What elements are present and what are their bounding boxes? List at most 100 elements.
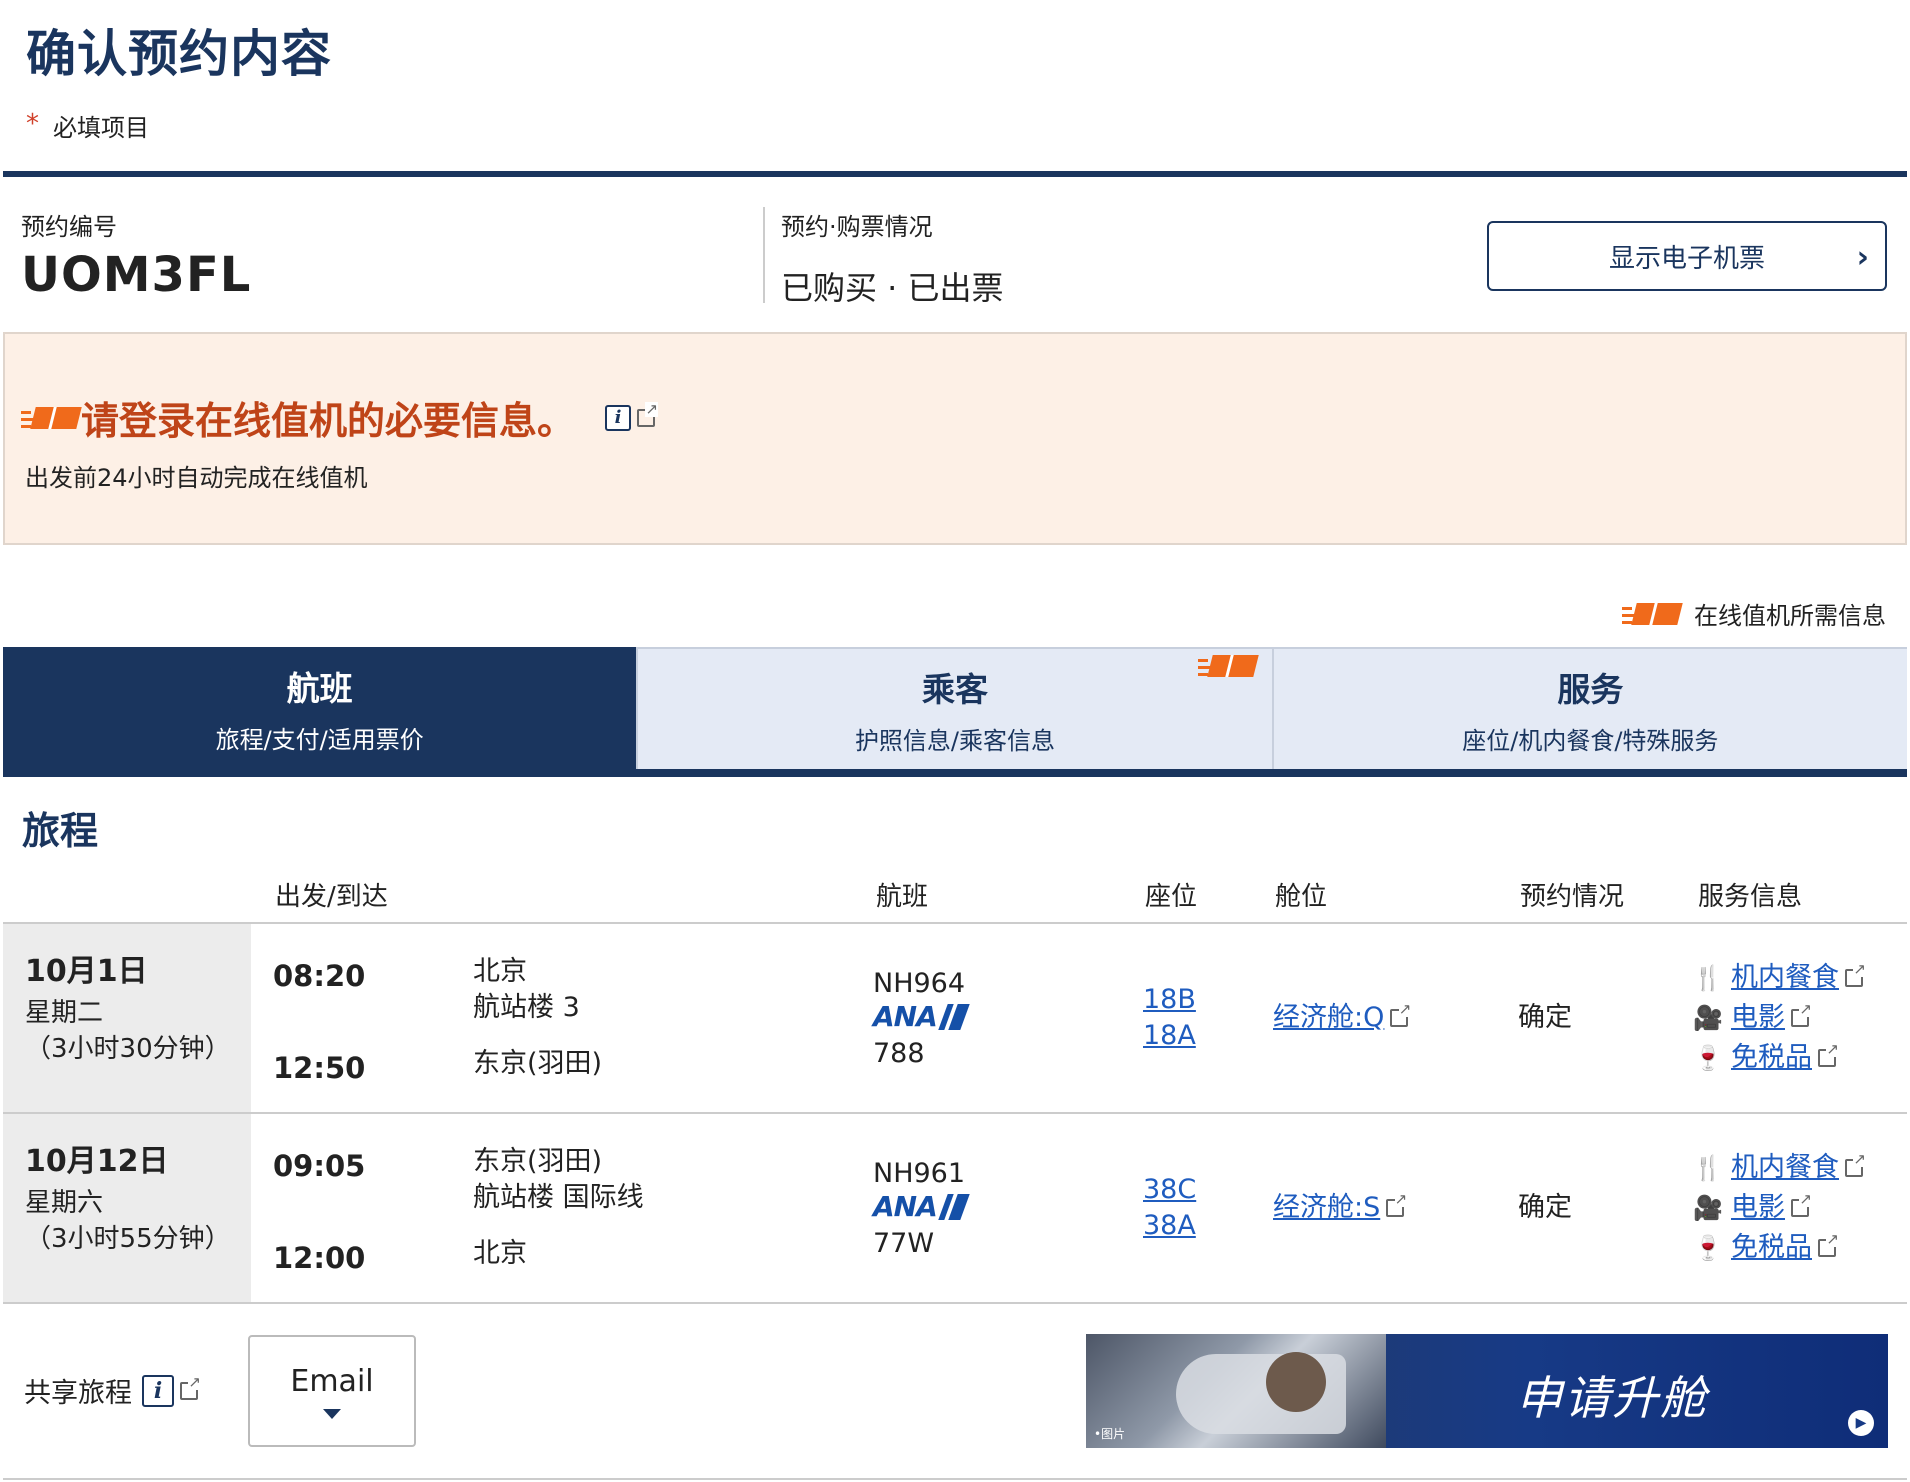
share-label: 共享旅程 <box>24 1378 132 1409</box>
ticket-status-label: 预约·购票情况 <box>781 213 933 241</box>
tab-services-title: 服务 <box>1557 669 1624 709</box>
email-share-button[interactable]: Email <box>248 1335 416 1447</box>
caret-down-icon <box>323 1408 341 1419</box>
table-row: 10月1日 星期二 （3小时30分钟） 08:20 北京 航站楼 3 12:50… <box>3 924 1907 1114</box>
flight-number: NH961 <box>873 1158 966 1189</box>
film-camera-icon: 🎥 <box>1693 1004 1723 1032</box>
booking-status: 确定 <box>1518 1002 1572 1033</box>
banner-caption: •图片 <box>1094 1427 1126 1441</box>
itinerary-header: 出发/到达 航班 座位 舱位 预约情况 服务信息 <box>3 868 1907 924</box>
notice-subtitle: 出发前24小时自动完成在线值机 <box>25 464 368 492</box>
header-seat: 座位 <box>1145 882 1198 912</box>
departure-time: 08:20 <box>273 959 366 993</box>
booking-status: 确定 <box>1518 1192 1572 1223</box>
show-eticket-label: 显示电子机票 <box>1608 243 1765 274</box>
notice-title-row: 请登录在线值机的必要信息。 i <box>21 390 659 445</box>
external-link-icon <box>1845 962 1866 987</box>
cabin-class-link[interactable]: 经济舱:Q <box>1273 1000 1384 1036</box>
tab-flights[interactable]: 航班 旅程/支付/适用票价 <box>3 647 637 769</box>
external-link-icon <box>1390 1002 1412 1027</box>
duty-free-link[interactable]: 免税品 <box>1731 1040 1812 1076</box>
arrival-time: 12:00 <box>273 1241 366 1275</box>
duty-free-link[interactable]: 免税品 <box>1731 1230 1812 1266</box>
banner-text: 申请升舱 <box>1516 1371 1708 1425</box>
info-icon[interactable]: i <box>142 1374 174 1407</box>
external-link-icon <box>1818 1232 1839 1257</box>
tab-passengers[interactable]: 乘客 护照信息/乘客信息 <box>636 647 1272 769</box>
movie-link[interactable]: 电影 <box>1731 1190 1785 1226</box>
tab-passengers-subtitle: 护照信息/乘客信息 <box>854 726 1056 755</box>
tab-flights-title: 航班 <box>286 668 353 708</box>
service-list: 🍴 机内餐食 🎥 电影 🍷 免税品 <box>1693 1148 1866 1268</box>
flight-weekday: 星期二 <box>25 998 104 1028</box>
upgrade-banner[interactable]: •图片 申请升舱 ▶ <box>1086 1334 1888 1448</box>
date-cell: 10月1日 星期二 （3小时30分钟） <box>3 924 251 1112</box>
checkin-legend: 在线值机所需信息 <box>1622 596 1886 631</box>
ticket-status-value: 已购买 · 已出票 <box>781 269 1004 307</box>
booking-number-label: 预约编号 <box>21 213 117 241</box>
cabin-class-link[interactable]: 经济舱:S <box>1273 1190 1380 1226</box>
required-label: 必填项目 <box>53 114 149 142</box>
arrival-time: 12:50 <box>273 1051 366 1085</box>
departure-city: 东京(羽田) <box>473 1146 603 1177</box>
tab-services[interactable]: 服务 座位/机内餐食/特殊服务 <box>1271 647 1907 769</box>
flight-date: 10月12日 <box>25 1144 169 1179</box>
departure-terminal: 航站楼 3 <box>473 992 580 1023</box>
meal-link[interactable]: 机内餐食 <box>1731 1150 1839 1186</box>
seat-link[interactable]: 18A <box>1143 1018 1196 1054</box>
duty-free-icon: 🍷 <box>1693 1234 1723 1262</box>
info-icon[interactable]: i <box>605 404 632 431</box>
date-cell: 10月12日 星期六 （3小时55分钟） <box>3 1114 251 1302</box>
online-checkin-flag-icon <box>1197 653 1259 679</box>
tab-passengers-title: 乘客 <box>921 669 988 709</box>
meal-link[interactable]: 机内餐食 <box>1731 960 1839 996</box>
banner-photo: •图片 <box>1086 1334 1386 1448</box>
seat-link[interactable]: 18B <box>1143 982 1196 1018</box>
flight-date: 10月1日 <box>25 954 148 989</box>
tab-services-subtitle: 座位/机内餐食/特殊服务 <box>1462 726 1719 755</box>
tab-flights-subtitle: 旅程/支付/适用票价 <box>215 725 424 754</box>
notice-title: 请登录在线值机的必要信息。 <box>81 399 576 443</box>
flight-weekday: 星期六 <box>25 1188 104 1218</box>
checkin-notice: 请登录在线值机的必要信息。 i 出发前24小时自动完成在线值机 <box>3 332 1907 545</box>
aircraft-type: 77W <box>873 1228 935 1259</box>
header-cabin: 舱位 <box>1275 882 1328 912</box>
external-link-icon <box>180 1374 201 1400</box>
required-note: * 必填项目 <box>26 108 149 143</box>
header-route: 出发/到达 <box>275 882 388 912</box>
header-flight: 航班 <box>876 882 929 912</box>
share-itinerary: 共享旅程 i <box>24 1371 201 1410</box>
external-link-icon <box>1818 1042 1839 1067</box>
flight-duration: （3小时55分钟） <box>25 1224 231 1254</box>
booking-number: UOM3FL <box>21 247 252 303</box>
departure-city: 北京 <box>473 956 527 987</box>
bottom-divider <box>3 1478 1907 1480</box>
itinerary-title: 旅程 <box>22 809 99 853</box>
external-link-icon <box>1386 1192 1408 1217</box>
fork-knife-icon: 🍴 <box>1693 1154 1723 1182</box>
show-eticket-button[interactable]: 显示电子机票 › <box>1487 221 1887 291</box>
cabin-cell: 经济舱:Q <box>1273 1000 1412 1036</box>
legend-label: 在线值机所需信息 <box>1694 602 1886 630</box>
departure-terminal: 航站楼 国际线 <box>473 1182 644 1213</box>
chevron-right-icon: › <box>1856 240 1869 275</box>
arrival-city: 东京(羽田) <box>473 1048 603 1079</box>
table-row: 10月12日 星期六 （3小时55分钟） 09:05 东京(羽田) 航站楼 国际… <box>3 1114 1907 1304</box>
ana-logo: ANA <box>873 1000 970 1036</box>
fork-knife-icon: 🍴 <box>1693 964 1723 992</box>
arrival-city: 北京 <box>473 1238 527 1269</box>
booking-tabs: 航班 旅程/支付/适用票价 乘客 护照信息/乘客信息 服务 座位/机内餐食/特殊… <box>3 647 1907 777</box>
service-list: 🍴 机内餐食 🎥 电影 🍷 免税品 <box>1693 958 1866 1078</box>
page-title: 确认预约内容 <box>26 25 332 83</box>
email-button-label: Email <box>290 1363 374 1399</box>
ana-logo: ANA <box>873 1190 970 1226</box>
seat-link[interactable]: 38A <box>1143 1208 1196 1244</box>
departure-time: 09:05 <box>273 1149 366 1183</box>
summary-divider <box>763 207 765 303</box>
cabin-cell: 经济舱:S <box>1273 1190 1408 1226</box>
movie-link[interactable]: 电影 <box>1731 1000 1785 1036</box>
flight-duration: （3小时30分钟） <box>25 1034 231 1064</box>
external-link-icon <box>1791 1002 1812 1027</box>
header-services: 服务信息 <box>1698 882 1803 912</box>
seat-link[interactable]: 38C <box>1143 1172 1196 1208</box>
